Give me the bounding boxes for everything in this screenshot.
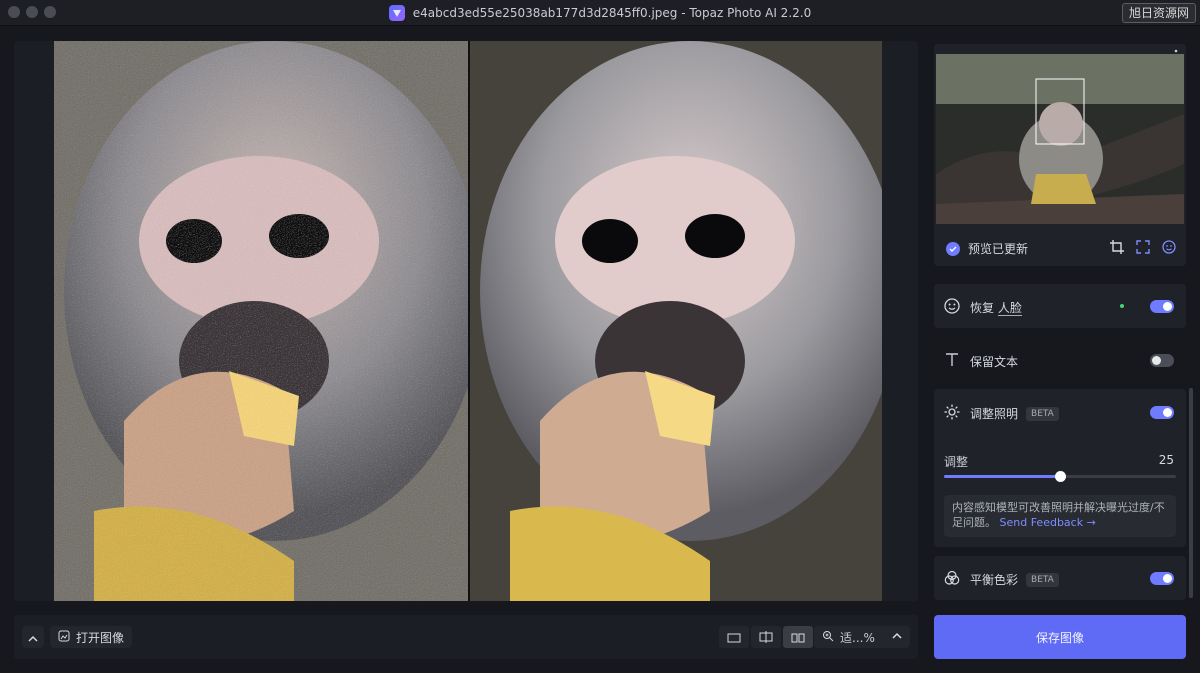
color-circles-icon [944,570,960,589]
enhanced-image [470,41,882,601]
balance-color-row: 平衡色彩 BETA [944,570,1174,589]
status-dot [1120,304,1124,308]
slider-handle[interactable] [1055,471,1066,482]
restore-face-row: 恢复 人脸 [944,298,1174,317]
save-image-button[interactable]: 保存图像 [934,615,1186,659]
slider-fill [944,475,1060,478]
zoom-level: 适...% [840,630,875,645]
panel-scrollbar[interactable] [1189,388,1193,598]
preserve-text-label: 保留文本 [970,355,1019,369]
preview-tools [1110,239,1176,258]
beta-badge: BETA [1026,406,1059,421]
preview-status-label: 预览已更新 [968,242,1029,256]
adjust-slider[interactable] [944,471,1176,482]
preview-navigator: 预览已更新 [934,44,1186,266]
bottom-toolbar: 打开图像 适...% [14,615,918,659]
adjust-lighting-toggle[interactable] [1150,406,1174,419]
image-icon [58,630,70,645]
adjust-slider-label: 调整 [944,455,969,469]
open-image-button[interactable]: 打开图像 [50,626,133,648]
lighting-note: 内容感知模型可改善照明并解决曝光过度/不足问题。 Send Feedback → [944,495,1176,537]
app-logo-icon [388,5,405,21]
crop-icon[interactable] [1110,239,1124,258]
side-by-side-icon [791,628,805,647]
chevron-up-icon [28,628,38,647]
beta-badge: BETA [1026,572,1059,587]
open-image-label: 打开图像 [76,630,125,645]
preserve-text-section[interactable]: 保留文本 [934,336,1186,384]
preserve-text-row: 保留文本 [944,352,1174,371]
frame-icon[interactable] [1136,239,1150,258]
adjust-lighting-card[interactable]: 调整照明 BETA 调整 25 内容感知模型可改善照明并解决曝光过度/不足问题。… [934,389,1186,547]
split-view-button[interactable] [751,626,781,648]
send-feedback-link[interactable]: Send Feedback → [1000,516,1096,529]
adjust-lighting-label: 调整照明 [970,407,1019,421]
expand-panel-button[interactable] [22,626,44,648]
zoom-in-icon [822,630,834,645]
balance-color-toggle[interactable] [1150,572,1174,585]
check-circle-icon [946,241,960,256]
text-icon [944,352,960,371]
single-view-button[interactable] [719,626,749,648]
preserve-text-toggle[interactable] [1150,354,1174,367]
title-bar: e4abcd3ed55e25038ab177d3d2845ff0.jpeg - … [0,0,1200,26]
zoom-control[interactable]: 适...% [814,626,910,648]
window-title: e4abcd3ed55e25038ab177d3d2845ff0.jpeg - … [412,6,812,20]
image-viewer[interactable] [14,41,918,601]
restore-face-label: 恢复 人脸 [970,301,1022,316]
side-by-side-view-button[interactable] [783,626,813,648]
balance-color-card[interactable]: 平衡色彩 BETA [934,556,1186,600]
adjust-lighting-row: 调整照明 BETA [944,404,1174,423]
chevron-up-icon[interactable] [892,630,902,645]
face-icon [944,298,960,317]
face-icon[interactable] [1162,239,1176,258]
restore-face-toggle[interactable] [1150,300,1174,313]
adjust-slider-value[interactable]: 25 [1159,453,1174,467]
watermark-badge: 旭日资源网 [1121,3,1196,23]
navigator-thumbnail[interactable] [936,54,1184,224]
restore-face-card[interactable]: 恢复 人脸 [934,284,1186,328]
sun-icon [944,404,960,423]
single-view-icon [727,628,741,647]
original-image [54,41,468,601]
view-mode-group [719,626,813,648]
preview-status: 预览已更新 [946,240,1028,257]
balance-color-label: 平衡色彩 [970,573,1019,587]
split-view-icon [759,628,773,647]
